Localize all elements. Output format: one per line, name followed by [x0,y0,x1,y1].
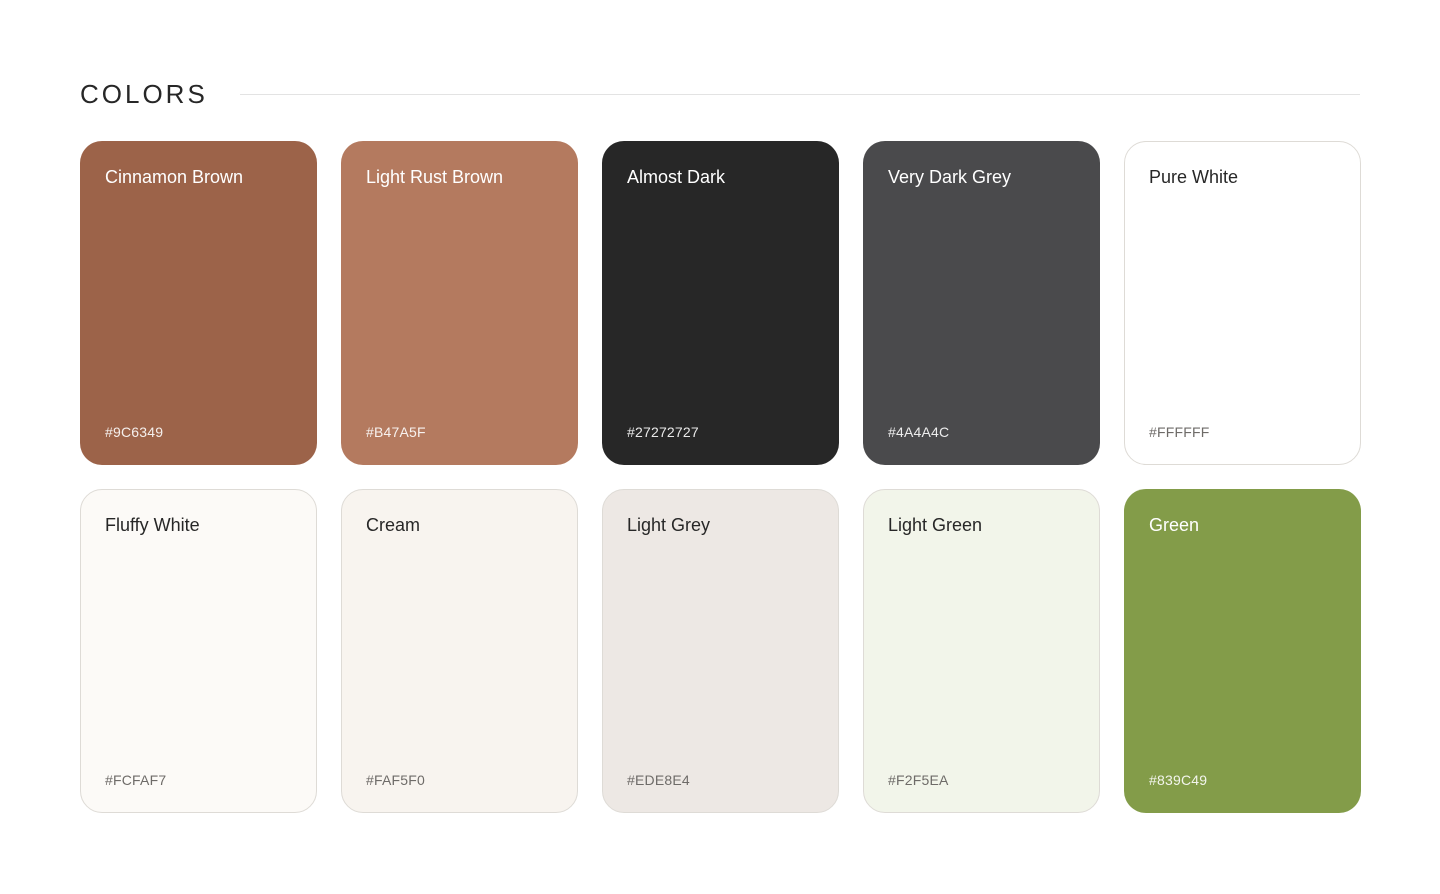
swatch-hex-code: #B47A5F [366,424,426,440]
color-swatch[interactable]: Very Dark Grey #4A4A4C [863,141,1100,465]
colors-page: COLORS Cinnamon Brown #9C6349 Light Rust… [0,0,1440,894]
swatch-name: Almost Dark [627,167,726,187]
section-title: COLORS [80,79,208,109]
swatch-name: Cinnamon Brown [105,167,244,187]
swatch-hex-code: #9C6349 [105,424,164,440]
swatch-name: Fluffy White [105,515,200,535]
swatch-name: Green [1149,515,1200,535]
swatch-name: Cream [366,515,421,535]
swatch-hex-code: #4A4A4C [888,424,950,440]
section-header: COLORS [80,78,1360,110]
color-swatch[interactable]: Light Grey #EDE8E4 [602,489,839,813]
color-swatch[interactable]: Green #839C49 [1124,489,1361,813]
color-swatch[interactable]: Cream #FAF5F0 [341,489,578,813]
swatch-name: Very Dark Grey [888,167,1012,187]
swatch-hex-code: #F2F5EA [888,772,949,788]
swatch-hex-code: #FAF5F0 [366,772,425,788]
color-swatch[interactable]: Light Rust Brown #B47A5F [341,141,578,465]
swatch-hex-code: #839C49 [1149,772,1208,788]
swatch-hex-code: #27272727 [627,424,699,440]
swatch-name: Pure White [1149,167,1239,187]
swatch-name: Light Green [888,515,983,535]
swatch-hex-code: #FFFFFF [1149,424,1210,440]
swatch-name: Light Rust Brown [366,167,504,187]
swatch-hex-code: #FCFAF7 [105,772,167,788]
swatch-hex-code: #EDE8E4 [627,772,690,788]
color-swatch[interactable]: Light Green #F2F5EA [863,489,1100,813]
section-divider [239,93,1360,95]
color-swatch[interactable]: Cinnamon Brown #9C6349 [80,141,317,465]
color-swatch-grid: Cinnamon Brown #9C6349 Light Rust Brown … [80,141,1361,813]
color-swatch[interactable]: Almost Dark #27272727 [602,141,839,465]
color-swatch[interactable]: Fluffy White #FCFAF7 [80,489,317,813]
color-swatch[interactable]: Pure White #FFFFFF [1124,141,1361,465]
swatch-name: Light Grey [627,515,711,535]
